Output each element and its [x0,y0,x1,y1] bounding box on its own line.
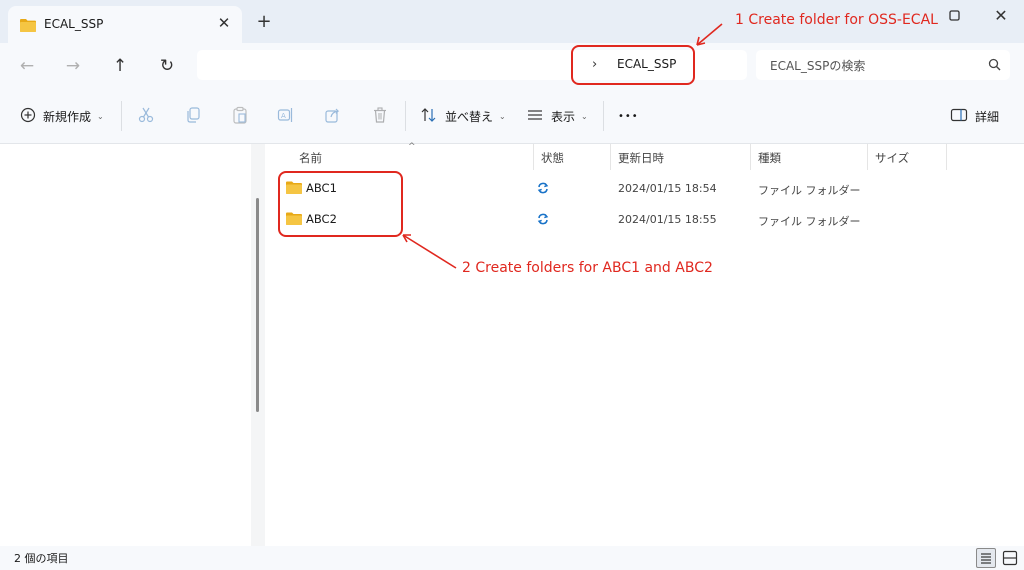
folder-icon [20,18,36,35]
new-tab-button[interactable]: + [254,12,274,32]
chevron-down-icon: ⌄ [499,111,506,121]
view-list-icon [526,108,544,125]
column-divider[interactable] [946,144,947,170]
column-divider[interactable] [610,144,611,170]
close-tab-button[interactable]: ✕ [214,13,234,33]
forward-button[interactable]: → [60,53,86,79]
rename-button[interactable]: A [277,105,295,127]
sort-button[interactable]: 並べ替え ⌄ [420,105,506,127]
sync-icon [537,182,549,197]
new-label: 新規作成 [43,109,92,124]
tiles-view-toggle[interactable] [1002,550,1018,569]
scrollbar-thumb[interactable] [256,198,259,412]
search-placeholder: ECAL_SSPの検索 [770,59,866,73]
item-count: 2 個の項目 [14,552,69,565]
copy-icon [184,106,202,127]
details-label: 詳細 [975,109,1000,124]
toolbar-divider [405,101,406,131]
toolbar-divider [603,101,604,131]
search-icon[interactable] [988,58,1001,74]
more-icon: ••• [618,110,639,122]
sort-label: 並べ替え [445,109,494,124]
tab-label: ECAL_SSP [44,17,104,31]
rename-icon: A [277,106,295,127]
clipboard-icon [231,106,249,127]
column-divider[interactable] [533,144,534,170]
details-pane-button[interactable]: 詳細 [950,105,999,127]
new-button[interactable]: 新規作成 ⌄ [20,105,104,127]
file-type: ファイル フォルダー [758,215,861,228]
annotation-note-2: 2 Create folders for ABC1 and ABC2 [462,260,713,276]
delete-button[interactable] [371,105,389,127]
highlight-folders-box [278,171,403,237]
paste-button[interactable] [231,105,249,127]
close-window-button[interactable]: ✕ [990,5,1012,27]
maximize-button[interactable] [948,9,962,23]
share-icon [324,106,342,127]
view-label: 表示 [551,109,576,124]
plus-circle-icon [20,107,36,126]
toolbar-divider [121,101,122,131]
file-modified: 2024/01/15 18:54 [618,182,717,195]
column-header-size[interactable]: サイズ [875,150,909,166]
tab-ecal-ssp[interactable]: ECAL_SSP ✕ [8,6,242,43]
file-modified: 2024/01/15 18:55 [618,213,717,226]
search-input[interactable]: ECAL_SSPの検索 [756,50,1010,80]
command-bar: 新規作成 ⌄ A 並べ替え ⌄ 表示 ⌄ ••• 詳細 [0,89,1024,144]
up-button[interactable]: ↑ [107,53,133,79]
column-header-modified[interactable]: 更新日時 [618,150,664,166]
sort-icon [420,107,438,126]
details-view-toggle[interactable] [976,548,996,568]
chevron-down-icon: ⌄ [97,111,104,121]
status-bar: 2 個の項目 [0,546,1024,570]
refresh-button[interactable]: ↻ [154,53,180,79]
back-button[interactable]: ← [14,53,40,79]
sync-icon [537,213,549,228]
navigation-pane[interactable] [0,144,251,546]
column-header-name[interactable]: 名前 [299,150,322,166]
copy-button[interactable] [184,105,202,127]
column-divider[interactable] [867,144,868,170]
chevron-down-icon: ⌄ [581,111,588,121]
trash-icon [371,106,389,127]
annotation-note-1: 1 Create folder for OSS-ECAL [735,12,938,28]
more-options-button[interactable]: ••• [618,105,639,127]
column-header-type[interactable]: 種類 [758,150,781,166]
scissors-icon [137,106,155,127]
details-pane-icon [950,108,968,125]
share-button[interactable] [324,105,342,127]
svg-text:A: A [281,112,286,120]
view-button[interactable]: 表示 ⌄ [526,105,588,127]
cut-button[interactable] [137,105,155,127]
file-type: ファイル フォルダー [758,184,861,197]
sort-ascending-icon: ^ [408,142,416,152]
highlight-address-box [571,45,695,85]
address-bar-row: ← → ↑ ↻ › ECAL_SSP ECAL_SSPの検索 [0,43,1024,89]
column-divider[interactable] [750,144,751,170]
column-header-status[interactable]: 状態 [541,150,564,166]
